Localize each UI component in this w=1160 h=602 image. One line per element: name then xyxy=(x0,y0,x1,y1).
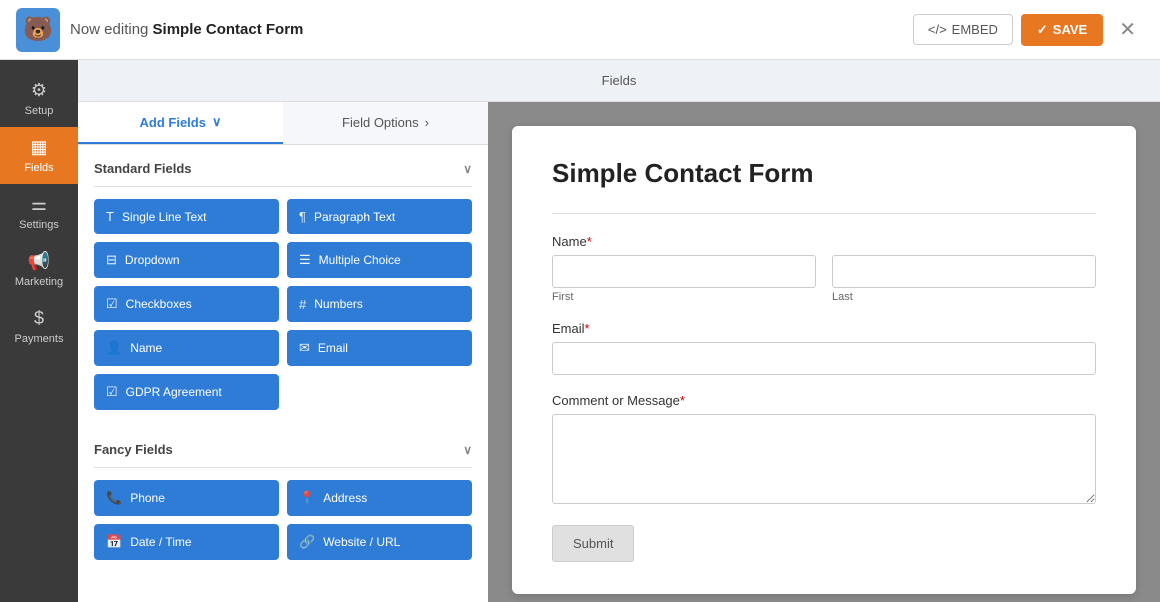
logo-icon: 🐻 xyxy=(16,8,60,52)
sidebar-item-marketing[interactable]: 📢 Marketing xyxy=(0,241,78,298)
list-icon: ☰ xyxy=(299,252,311,268)
name-first-col: First xyxy=(552,255,816,303)
calendar-icon: 📅 xyxy=(106,534,122,550)
person-icon: 👤 xyxy=(106,340,122,356)
name-row: First Last xyxy=(552,255,1096,303)
email-icon: ✉ xyxy=(299,340,310,356)
fields-icon: ▦ xyxy=(30,137,47,158)
fancy-fields-grid: 📞 Phone 📍 Address 📅 Date / Time 🔗 xyxy=(94,480,472,560)
phone-icon: 📞 xyxy=(106,490,122,506)
close-button[interactable]: ✕ xyxy=(1111,13,1144,46)
name-first-input[interactable] xyxy=(552,255,816,288)
field-btn-gdpr[interactable]: ☑ GDPR Agreement xyxy=(94,374,279,410)
field-btn-phone[interactable]: 📞 Phone xyxy=(94,480,279,516)
paragraph-icon: ¶ xyxy=(299,209,306,224)
sidebar: ⚙ Setup ▦ Fields ⚌ Settings 📢 Marketing … xyxy=(0,60,78,602)
tab-field-options[interactable]: Field Options › xyxy=(283,102,488,144)
form-field-email: Email* xyxy=(552,321,1096,375)
save-button[interactable]: ✓ SAVE xyxy=(1021,14,1103,46)
form-preview: Simple Contact Form Name* First xyxy=(512,126,1136,594)
dollar-icon: $ xyxy=(34,308,44,329)
dropdown-icon: ⊟ xyxy=(106,252,117,268)
field-btn-paragraph-text[interactable]: ¶ Paragraph Text xyxy=(287,199,472,234)
chevron-down-icon: ∨ xyxy=(212,114,222,130)
form-preview-title: Simple Contact Form xyxy=(552,158,1096,189)
editing-title: Now editing Simple Contact Form xyxy=(70,21,303,38)
gear-icon: ⚙ xyxy=(31,80,47,101)
panel-tabs: Add Fields ∨ Field Options › xyxy=(78,102,488,145)
panel-content: Standard Fields ∨ T Single Line Text ¶ P… xyxy=(78,145,488,602)
field-btn-name[interactable]: 👤 Name xyxy=(94,330,279,366)
name-first-label: First xyxy=(552,291,816,303)
sidebar-item-fields[interactable]: ▦ Fields xyxy=(0,127,78,184)
standard-fields-grid: T Single Line Text ¶ Paragraph Text ⊟ Dr… xyxy=(94,199,472,410)
top-bar-actions: </> EMBED ✓ SAVE ✕ xyxy=(913,13,1144,46)
chevron-right-icon: › xyxy=(425,115,429,130)
right-content: Simple Contact Form Name* First xyxy=(488,102,1160,602)
name-last-col: Last xyxy=(832,255,1096,303)
tab-add-fields[interactable]: Add Fields ∨ xyxy=(78,102,283,144)
embed-button[interactable]: </> EMBED xyxy=(913,14,1013,45)
shield-icon: ☑ xyxy=(106,384,118,400)
email-label: Email* xyxy=(552,321,1096,336)
field-btn-website[interactable]: 🔗 Website / URL xyxy=(287,524,472,560)
code-icon: </> xyxy=(928,22,947,37)
field-btn-checkboxes[interactable]: ☑ Checkboxes xyxy=(94,286,279,322)
left-panel: Add Fields ∨ Field Options › Standard Fi… xyxy=(78,102,488,602)
field-btn-numbers[interactable]: # Numbers xyxy=(287,286,472,322)
field-btn-datetime[interactable]: 📅 Date / Time xyxy=(94,524,279,560)
name-last-input[interactable] xyxy=(832,255,1096,288)
field-btn-multiple-choice[interactable]: ☰ Multiple Choice xyxy=(287,242,472,278)
text-icon: T xyxy=(106,209,114,224)
name-label: Name* xyxy=(552,234,1096,249)
top-bar: 🐻 Now editing Simple Contact Form </> EM… xyxy=(0,0,1160,60)
message-label: Comment or Message* xyxy=(552,393,1096,408)
fancy-fields-header: Fancy Fields ∨ xyxy=(94,426,472,468)
standard-fields-header: Standard Fields ∨ xyxy=(94,145,472,187)
form-field-name: Name* First Last xyxy=(552,234,1096,303)
hash-icon: # xyxy=(299,297,306,312)
message-textarea[interactable] xyxy=(552,414,1096,504)
sidebar-item-payments[interactable]: $ Payments xyxy=(0,298,78,355)
message-required: * xyxy=(680,393,685,408)
form-divider xyxy=(552,213,1096,214)
standard-fields-chevron[interactable]: ∨ xyxy=(463,162,472,176)
megaphone-icon: 📢 xyxy=(28,251,50,272)
check-icon: ✓ xyxy=(1037,22,1048,38)
link-icon: 🔗 xyxy=(299,534,315,550)
name-required: * xyxy=(587,234,592,249)
main-layout: ⚙ Setup ▦ Fields ⚌ Settings 📢 Marketing … xyxy=(0,60,1160,602)
submit-button[interactable]: Submit xyxy=(552,525,634,562)
fields-tab-header: Fields xyxy=(78,60,1160,102)
email-input[interactable] xyxy=(552,342,1096,375)
field-btn-dropdown[interactable]: ⊟ Dropdown xyxy=(94,242,279,278)
map-pin-icon: 📍 xyxy=(299,490,315,506)
sidebar-item-setup[interactable]: ⚙ Setup xyxy=(0,70,78,127)
field-btn-email[interactable]: ✉ Email xyxy=(287,330,472,366)
top-bar-left: 🐻 Now editing Simple Contact Form xyxy=(16,8,303,52)
form-field-message: Comment or Message* xyxy=(552,393,1096,507)
name-last-label: Last xyxy=(832,291,1096,303)
sidebar-item-settings[interactable]: ⚌ Settings xyxy=(0,184,78,241)
fancy-fields-chevron[interactable]: ∨ xyxy=(463,443,472,457)
email-required: * xyxy=(585,321,590,336)
field-btn-address[interactable]: 📍 Address xyxy=(287,480,472,516)
field-btn-single-line-text[interactable]: T Single Line Text xyxy=(94,199,279,234)
checkbox-icon: ☑ xyxy=(106,296,118,312)
sliders-icon: ⚌ xyxy=(31,194,47,215)
